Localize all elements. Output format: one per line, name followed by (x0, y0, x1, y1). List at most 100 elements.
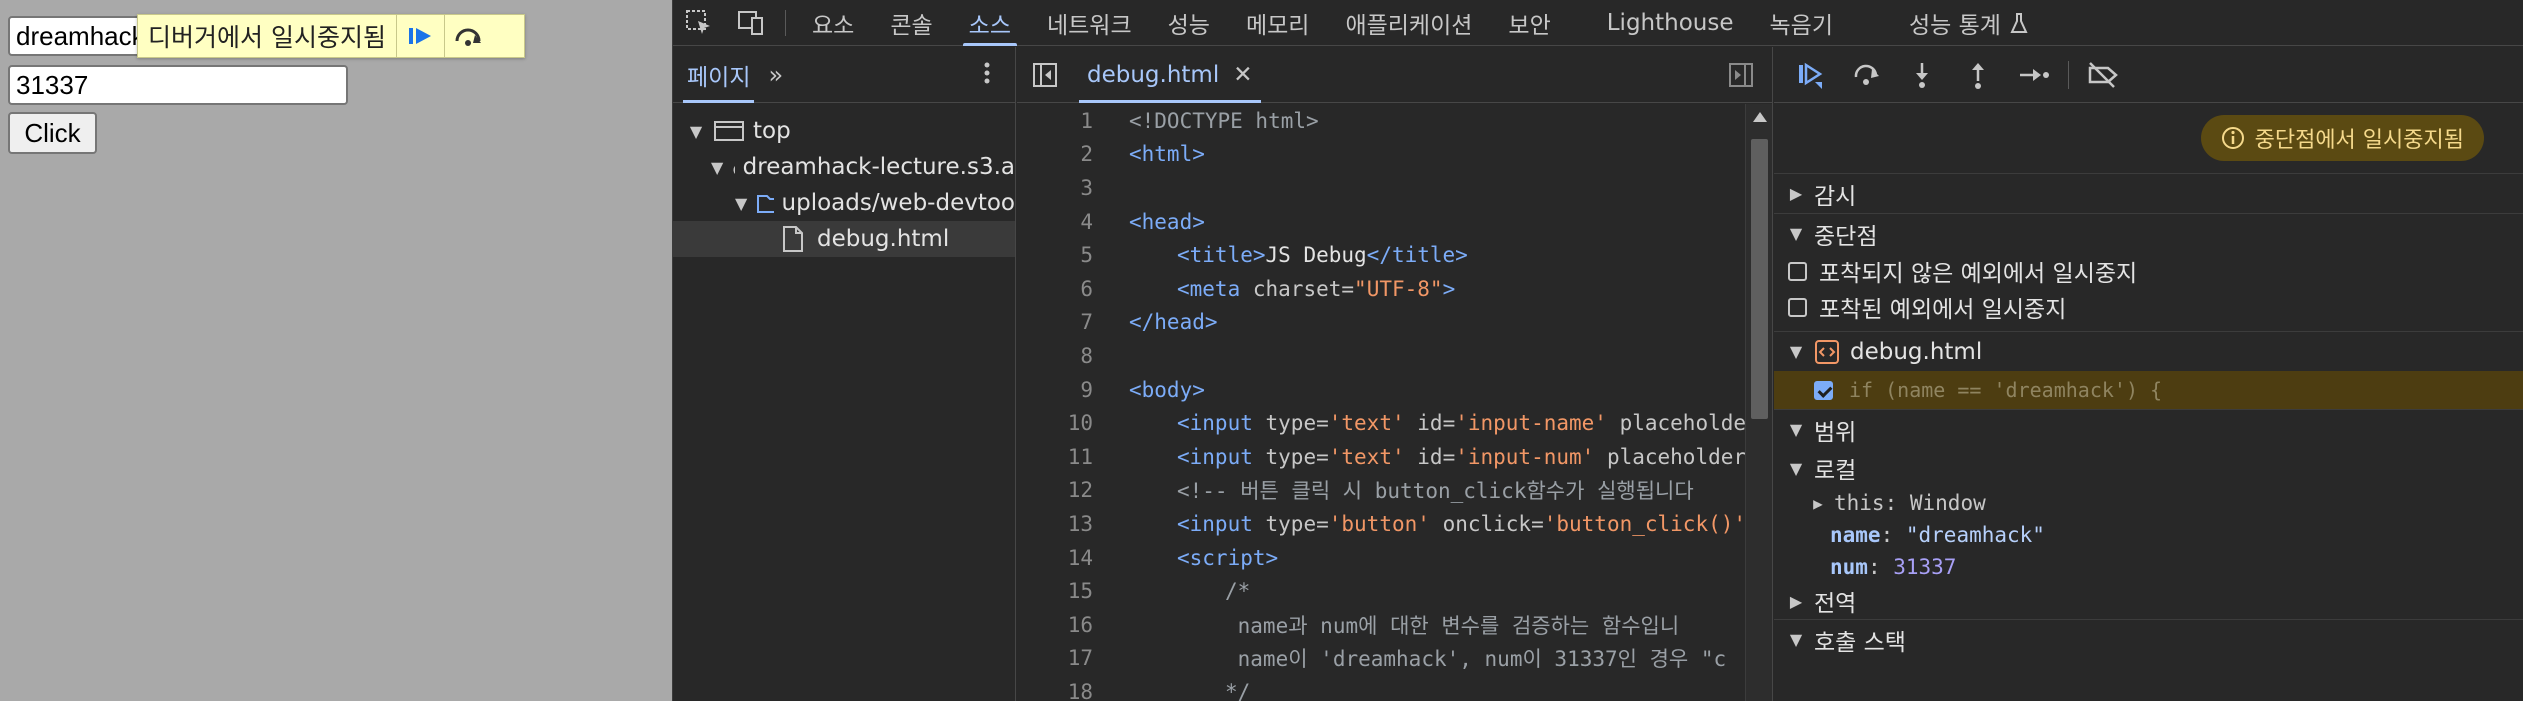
code-line[interactable]: 8 (1017, 339, 1745, 373)
tab-recorder[interactable]: 녹음기 (1752, 0, 1851, 46)
code-text: <title>JS Debug</title> (1177, 243, 1468, 268)
resume-button[interactable] (395, 15, 444, 57)
source-code[interactable]: 1 <!DOCTYPE html> 2 <html> 3 4 <head> 5 <title>J… (1017, 104, 1745, 701)
pause-caught-checkbox[interactable] (1788, 297, 1807, 317)
tab-memory[interactable]: 메모리 (1228, 0, 1327, 46)
line-number[interactable]: 13 (1017, 512, 1093, 536)
tab-console[interactable]: 콘솔 (872, 0, 950, 46)
breakpoint-checkbox[interactable] (1814, 380, 1833, 400)
code-line[interactable]: 11 <input type='text' id='input-num' plac… (1017, 440, 1745, 474)
line-number[interactable]: 2 (1017, 142, 1093, 166)
expand-triangle-icon: ▼ (711, 157, 724, 177)
code-line[interactable]: 3 (1017, 171, 1745, 205)
code-line[interactable]: 16 name과 num에 대한 변수를 검증하는 함수입니 (1017, 608, 1745, 642)
code-line[interactable]: 9 <body> (1017, 373, 1745, 407)
editor-scrollbar[interactable] (1745, 104, 1772, 701)
tab-network[interactable]: 네트워크 (1029, 0, 1150, 46)
file-tab-debug-html[interactable]: debug.html ✕ (1073, 47, 1267, 103)
navigator-menu-button[interactable] (983, 61, 991, 89)
scroll-thumb[interactable] (1751, 139, 1768, 419)
inspect-element-button[interactable] (673, 0, 725, 46)
code-line[interactable]: 15 /* (1017, 574, 1745, 608)
name-input[interactable]: dreamhack (8, 16, 142, 56)
code-line[interactable]: 7 </head> (1017, 306, 1745, 340)
toolbar-divider (785, 9, 786, 36)
tree-item-top[interactable]: ▼ top (673, 113, 1015, 149)
line-number[interactable]: 14 (1017, 546, 1093, 570)
num-input[interactable]: 31337 (8, 65, 348, 105)
code-line[interactable]: 2 <html> (1017, 138, 1745, 172)
line-number[interactable]: 3 (1017, 176, 1093, 200)
line-number[interactable]: 9 (1017, 378, 1093, 402)
scope-var-name[interactable]: name: "dreamhack" (1774, 519, 2523, 551)
resume-script-button[interactable] (1782, 47, 1838, 103)
tab-application[interactable]: 애플리케이션 (1327, 0, 1490, 46)
pause-caught-exceptions-option[interactable]: 포착된 예외에서 일시중지 (1774, 289, 2523, 325)
tree-item-domain[interactable]: ▼ dreamhack-lecture.s3.a (673, 149, 1015, 185)
scope-local[interactable]: ▼ 로컬 (1774, 449, 2523, 487)
section-breakpoints[interactable]: ▼ 중단점 (1774, 213, 2523, 253)
scope-var-this[interactable]: ▶ this: Window (1774, 487, 2523, 519)
toggle-debugger-button[interactable] (1728, 62, 1754, 92)
code-line[interactable]: 1 <!DOCTYPE html> (1017, 104, 1745, 138)
breakpoint-file-label: debug.html (1850, 338, 1983, 365)
tab-security[interactable]: 보안 (1490, 0, 1568, 46)
code-line[interactable]: 5 <title>JS Debug</title> (1017, 238, 1745, 272)
scroll-up-arrow-icon[interactable] (1753, 112, 1767, 122)
tree-item-file[interactable]: debug.html (673, 221, 1015, 257)
tab-performance-insights[interactable]: 성능 통계 (1891, 0, 2047, 46)
paused-status-row: 중단점에서 일시중지됨 (1774, 103, 2523, 173)
deactivate-breakpoints-button[interactable] (2075, 47, 2131, 103)
line-number[interactable]: 18 (1017, 680, 1093, 701)
deactivate-breakpoints-icon (2088, 61, 2118, 88)
breakpoint-file-group[interactable]: ▼ debug.html (1774, 331, 2523, 371)
code-line[interactable]: 17 name이 'dreamhack', num이 31337인 경우 "c (1017, 642, 1745, 676)
code-editor: debug.html ✕ 1 <!DOCTYPE html> 2 <html> 3 4 <h… (1017, 47, 1773, 701)
tab-page[interactable]: 페이지 (673, 47, 764, 103)
code-line[interactable]: 6 <meta charset="UTF-8"> (1017, 272, 1745, 306)
device-toolbar-button[interactable] (725, 0, 777, 46)
tree-item-folder[interactable]: ▼ uploads/web-devtoo (673, 185, 1015, 221)
more-tabs-chevron-icon[interactable]: » (768, 61, 783, 89)
code-line[interactable]: 10 <input type='text' id='input-name' pla… (1017, 406, 1745, 440)
line-number[interactable]: 5 (1017, 243, 1093, 267)
line-number[interactable]: 8 (1017, 344, 1093, 368)
line-number[interactable]: 1 (1017, 109, 1093, 133)
step-out-button[interactable] (1950, 47, 2006, 103)
tree-item-label: dreamhack-lecture.s3.a (742, 154, 1015, 180)
line-number[interactable]: 17 (1017, 646, 1093, 670)
tab-elements[interactable]: 요소 (794, 0, 872, 46)
line-number[interactable]: 6 (1017, 277, 1093, 301)
tab-performance[interactable]: 성능 (1150, 0, 1228, 46)
code-line[interactable]: 13 <input type='button' onclick='button_c… (1017, 507, 1745, 541)
section-watch[interactable]: ▶ 감시 (1774, 173, 2523, 213)
step-button[interactable] (2006, 47, 2062, 103)
code-line[interactable]: 18 */ (1017, 675, 1745, 701)
tab-lighthouse[interactable]: Lighthouse (1589, 0, 1752, 46)
click-button[interactable]: Click (8, 112, 97, 154)
tab-sources[interactable]: 소스 (951, 0, 1029, 46)
step-into-button[interactable] (1894, 47, 1950, 103)
scope-global[interactable]: ▶ 전역 (1774, 583, 2523, 619)
line-number[interactable]: 16 (1017, 613, 1093, 637)
line-number[interactable]: 11 (1017, 445, 1093, 469)
line-number[interactable]: 12 (1017, 478, 1093, 502)
section-scope[interactable]: ▼ 범위 (1774, 409, 2523, 449)
scope-var-num[interactable]: num: 31337 (1774, 551, 2523, 583)
section-call-stack[interactable]: ▼ 호출 스택 (1774, 619, 2523, 659)
close-icon[interactable]: ✕ (1233, 62, 1252, 88)
breakpoint-entry[interactable]: if (name == 'dreamhack') { (1774, 371, 2523, 409)
code-line[interactable]: 14 <script> (1017, 541, 1745, 575)
pause-uncaught-checkbox[interactable] (1788, 261, 1807, 281)
line-number[interactable]: 10 (1017, 411, 1093, 435)
line-number[interactable]: 7 (1017, 310, 1093, 334)
step-over-button[interactable] (1838, 47, 1894, 103)
toggle-navigator-button[interactable] (1017, 47, 1073, 103)
line-number[interactable]: 15 (1017, 579, 1093, 603)
resume-icon (1799, 62, 1823, 89)
step-over-button[interactable] (443, 15, 492, 57)
pause-uncaught-exceptions-option[interactable]: 포착되지 않은 예외에서 일시중지 (1774, 253, 2523, 289)
code-line[interactable]: 12 <!-- 버튼 클릭 시 button_click함수가 실행됩니다 (1017, 474, 1745, 508)
line-number[interactable]: 4 (1017, 210, 1093, 234)
code-line[interactable]: 4 <head> (1017, 205, 1745, 239)
